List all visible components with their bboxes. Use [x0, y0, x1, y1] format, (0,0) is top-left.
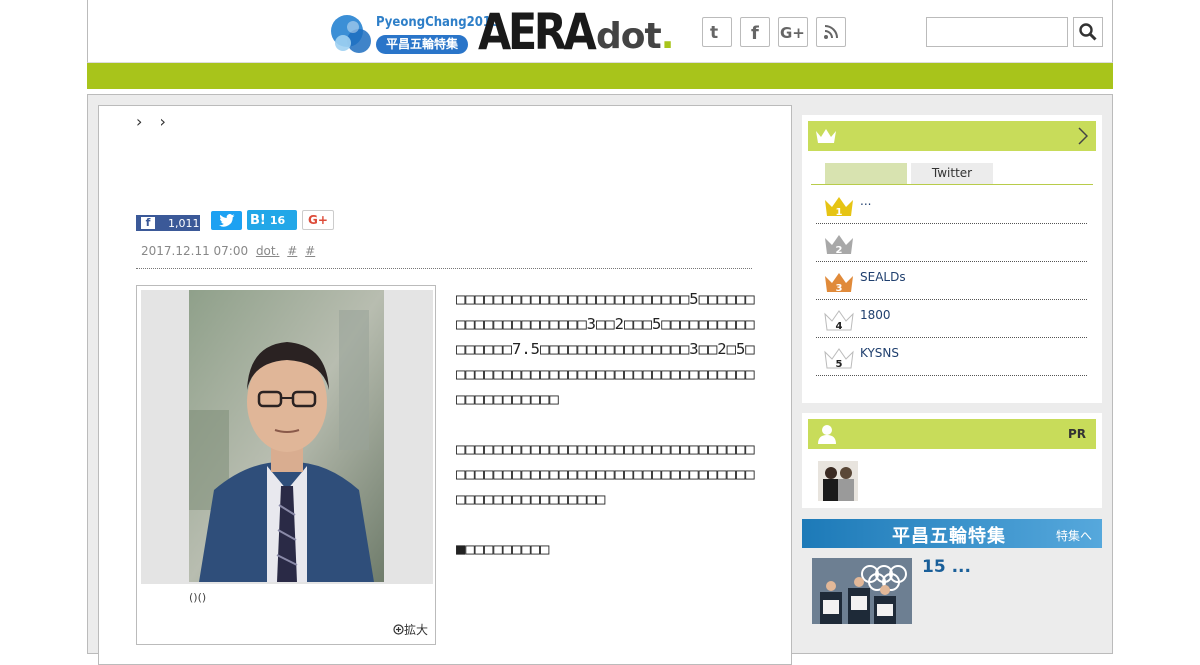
rank-crown-icon: 1 [825, 197, 853, 218]
search-input[interactable] [926, 17, 1068, 47]
facebook-icon: f [141, 217, 155, 229]
nav-bar [87, 63, 1113, 89]
svg-text:t: t [710, 24, 718, 40]
divider [136, 268, 752, 269]
pr-header: PR [808, 419, 1096, 449]
olympic-special-banner[interactable]: 平昌五輪特集 特集へ [802, 519, 1102, 548]
publish-date: 2017.12.11 07:00 [141, 244, 249, 258]
olympic-news-image [812, 558, 912, 624]
enlarge-label: 拡大 [404, 623, 429, 637]
ranking-title: KYSNS [860, 346, 899, 360]
chevron-right-icon [1078, 127, 1088, 145]
hatena-icon: B! [250, 212, 266, 228]
olympic-rings-icon [331, 15, 371, 53]
ranking-item[interactable]: 4 1800 [816, 300, 1087, 338]
olympic-news-thumbnail[interactable] [812, 558, 912, 624]
search-button[interactable] [1073, 17, 1103, 47]
twitter-share-button[interactable] [211, 211, 242, 230]
hatena-bookmark-button[interactable]: B! 16 [247, 210, 297, 230]
breadcrumb[interactable]: › › [136, 112, 172, 131]
rank-number: 3 [836, 283, 843, 294]
tab-twitter[interactable]: Twitter [911, 163, 993, 184]
ranking-title: ... [860, 194, 872, 208]
ranking-title: 1800 [860, 308, 891, 322]
olympic-special-title: 平昌五輪特集 [892, 526, 1006, 547]
rank-crown-icon: 2 [825, 235, 853, 256]
facebook-icon: f [751, 23, 759, 41]
svg-text:G+: G+ [780, 24, 805, 40]
twitter-button[interactable]: t [702, 17, 732, 47]
ranking-title: SEALDs [860, 270, 906, 284]
rank-crown-icon: 3 [825, 273, 853, 294]
ranking-tabs: Twitter [825, 163, 993, 184]
article-paragraph: □□□□□□□□□□□□□□□□□□□□□□□□□5□□□□□□□□□□□□□□… [456, 290, 755, 408]
olympic-news-headline[interactable]: 15 ... [922, 557, 971, 577]
rank-crown-icon: 5 [824, 348, 854, 370]
crown-icon [816, 129, 836, 143]
twitter-icon: t [710, 24, 718, 40]
pr-label: PR [1067, 427, 1086, 441]
ranking-item[interactable]: 1... [816, 186, 1087, 224]
tag-link[interactable]: # [305, 244, 315, 258]
rank-number: 4 [836, 321, 843, 332]
article-photo-box: ()() 拡大 [136, 285, 436, 645]
tag-link[interactable]: # [287, 244, 297, 258]
pr-thumbnail[interactable] [818, 461, 858, 501]
photo-caption: ()() [189, 591, 207, 604]
facebook-button[interactable]: f [740, 17, 770, 47]
hatena-count: 16 [269, 213, 286, 227]
pr-image [818, 461, 858, 501]
user-icon [818, 425, 836, 444]
article-subheading: ■□□□□□□□□□ [456, 540, 550, 558]
search-icon [1079, 23, 1097, 41]
ranking-item[interactable]: 2 [816, 224, 1087, 262]
logo-aera: AERA [478, 3, 597, 61]
ranking-item[interactable]: 5 KYSNS [816, 338, 1087, 376]
tab-access[interactable] [825, 163, 907, 184]
rank-number: 5 [836, 359, 843, 370]
logo-dot: dot. [596, 16, 674, 57]
divider [811, 184, 1093, 185]
rank-number: 2 [836, 245, 843, 256]
olympic-special-link[interactable]: 特集へ [1056, 527, 1092, 544]
article-paragraph: □□□□□□□□□□□□□□□□□□□□□□□□□□□□□□□□□□□□□□□□… [456, 440, 755, 508]
article-photo[interactable] [189, 290, 384, 582]
olympic-special-logo[interactable]: PyeongChang2018 平昌五輪特集 [329, 11, 499, 55]
article-body: □□□□□□□□□□□□□□□□□□□□□□□□□5□□□□□□□□□□□□□□… [456, 287, 756, 587]
article-meta: 2017.12.11 07:00 dot. # # [141, 244, 315, 258]
facebook-share-count: 1,011 [168, 216, 200, 230]
rss-icon [824, 25, 838, 39]
source-link[interactable]: dot. [256, 244, 279, 258]
google-plus-icon: G+ [780, 24, 805, 40]
ranking-item[interactable]: 3 SEALDs [816, 262, 1087, 300]
olympic-tag: 平昌五輪特集 [376, 35, 468, 54]
site-header: PyeongChang2018 平昌五輪特集 AERA dot. t f G+ [87, 0, 1113, 63]
rank-number: 1 [836, 207, 843, 218]
ranking-header[interactable] [808, 121, 1096, 151]
svg-text:f: f [751, 23, 759, 41]
rank-crown-icon: 4 [824, 310, 854, 332]
portrait-image [189, 290, 384, 582]
twitter-bird-icon [218, 214, 234, 227]
google-plus-share-button[interactable]: G+ [302, 210, 334, 230]
google-plus-button[interactable]: G+ [778, 17, 808, 47]
rss-button[interactable] [816, 17, 846, 47]
facebook-share-button[interactable]: f 1,011 [136, 215, 200, 231]
